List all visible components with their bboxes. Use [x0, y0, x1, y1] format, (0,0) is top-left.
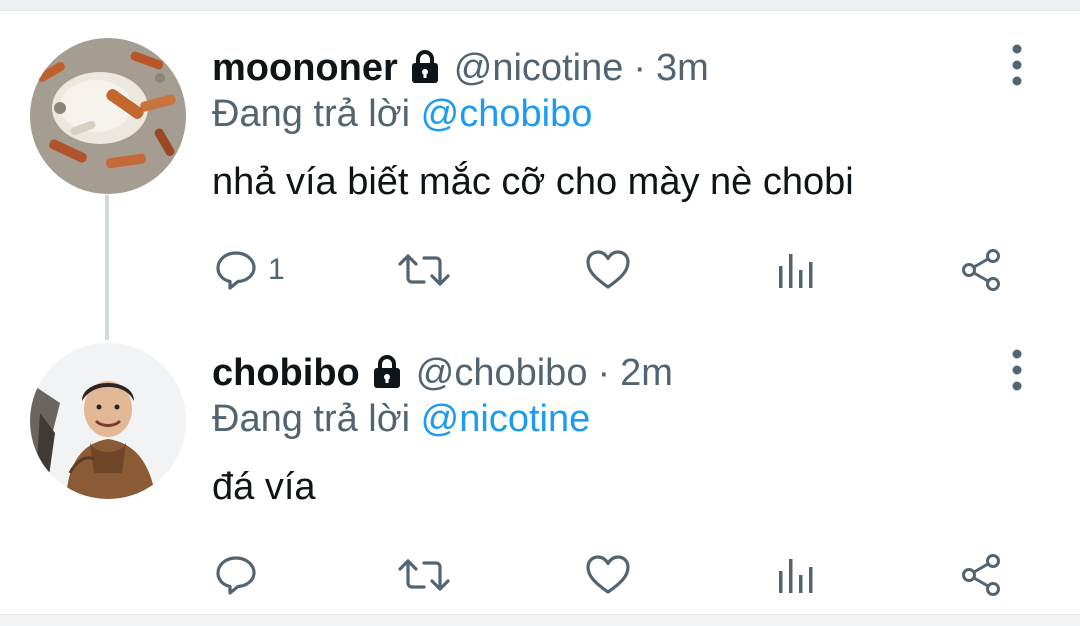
retweet-button[interactable]: [397, 543, 451, 607]
retweet-icon: [397, 553, 451, 597]
replying-to-label: Đang trả lời: [212, 93, 411, 135]
display-name[interactable]: chobibo: [212, 352, 360, 395]
share-icon: [960, 553, 1004, 597]
replying-to-link[interactable]: @nicotine: [421, 398, 591, 440]
handle[interactable]: @nicotine: [454, 47, 624, 90]
tweet-actions: 1: [0, 238, 1080, 302]
tweet-text: nhả vía biết mắc cỡ cho mày nè chobi: [212, 161, 854, 203]
replying-to-link[interactable]: @chobibo: [421, 93, 593, 135]
retweet-button[interactable]: [397, 238, 451, 302]
tweet-header: moononer @nicotine · 3m: [212, 43, 709, 93]
analytics-button[interactable]: [777, 543, 815, 607]
tweet-text: đá vía: [212, 466, 316, 508]
handle[interactable]: @chobibo: [416, 352, 588, 395]
tweet-actions: [0, 543, 1080, 607]
analytics-icon: [777, 248, 815, 292]
share-icon: [960, 248, 1004, 292]
top-divider: [0, 0, 1080, 11]
separator-dot: ·: [597, 351, 611, 394]
avatar[interactable]: [30, 38, 186, 194]
replying-to: Đang trả lời @chobibo: [212, 93, 592, 136]
tweet-header: chobibo @chobibo · 2m: [212, 348, 673, 398]
share-button[interactable]: [960, 543, 1004, 607]
replying-to-label: Đang trả lời: [212, 398, 411, 440]
timestamp[interactable]: 3m: [656, 47, 709, 90]
like-button[interactable]: [585, 238, 631, 302]
display-name[interactable]: moononer: [212, 47, 398, 90]
like-icon: [585, 553, 631, 597]
more-icon[interactable]: [1003, 348, 1031, 392]
reply-icon: [214, 248, 258, 292]
separator-dot: ·: [633, 46, 646, 89]
reply-button[interactable]: 1: [214, 238, 285, 302]
like-icon: [585, 248, 631, 292]
reply-icon: [214, 553, 258, 597]
analytics-icon: [777, 553, 815, 597]
timestamp[interactable]: 2m: [620, 352, 673, 395]
replying-to: Đang trả lời @nicotine: [212, 398, 590, 441]
avatar[interactable]: [30, 343, 186, 499]
share-button[interactable]: [960, 238, 1004, 302]
lock-icon: [410, 48, 440, 86]
like-button[interactable]: [585, 543, 631, 607]
lock-icon: [372, 353, 402, 391]
reply-count: 1: [268, 253, 285, 286]
reply-button[interactable]: [214, 543, 268, 607]
bottom-divider: [0, 614, 1080, 626]
retweet-icon: [397, 248, 451, 292]
analytics-button[interactable]: [777, 238, 815, 302]
more-icon[interactable]: [1003, 43, 1031, 87]
